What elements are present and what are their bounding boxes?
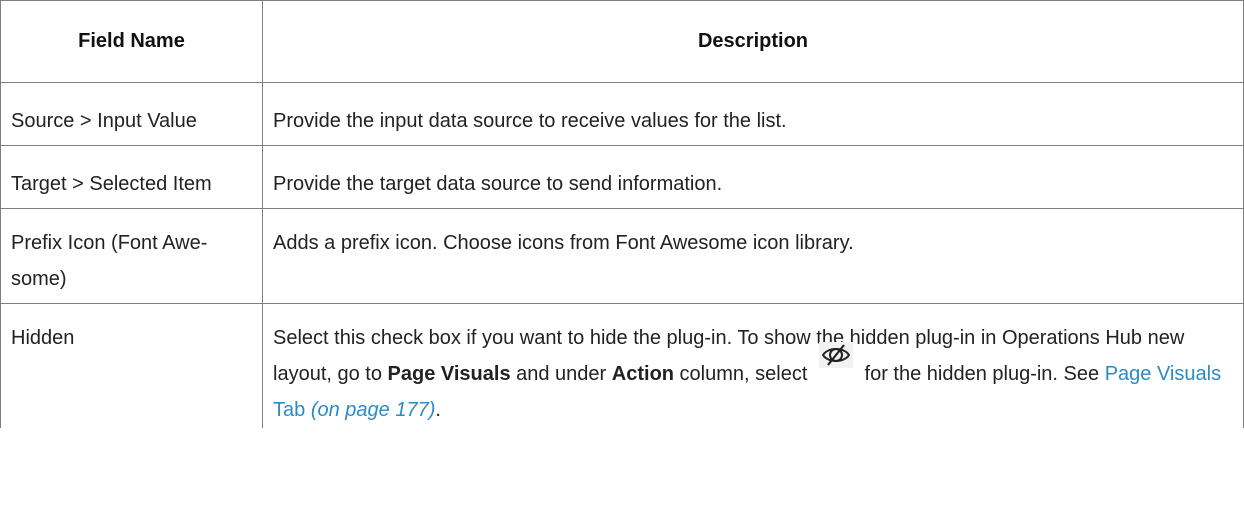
description-text-5: . [435, 399, 441, 421]
table-row: Target > Selected Item Provide the targe… [0, 145, 1244, 209]
field-description-table: Field Name Description Source > Input Va… [0, 0, 1244, 428]
field-cell: Hidden [0, 303, 263, 428]
description-text-4: for the hidden plug-in. See [858, 363, 1105, 385]
description-cell: Adds a prefix icon. Choose icons from Fo… [262, 208, 1244, 304]
header-description: Description [262, 0, 1244, 83]
description-text-2: and under [510, 363, 612, 385]
header-field-name: Field Name [0, 0, 263, 83]
page-reference-link[interactable]: (on page 177) [311, 399, 436, 421]
description-cell: Provide the target data source to send i… [262, 145, 1244, 209]
field-cell: Prefix Icon (Font Awe-some) [0, 208, 263, 304]
eye-slash-icon [818, 342, 853, 368]
action-label: Action [611, 363, 674, 385]
field-cell: Target > Selected Item [0, 145, 263, 209]
table-header-row: Field Name Description [0, 0, 1244, 83]
table-row: Prefix Icon (Font Awe-some) Adds a prefi… [0, 208, 1244, 304]
field-cell-line2: some) [11, 268, 67, 290]
description-cell: Provide the input data source to receive… [262, 82, 1244, 146]
description-cell: Select this check box if you want to hid… [262, 303, 1244, 428]
page-visuals-label: Page Visuals [387, 363, 511, 385]
table-row: Hidden Select this check box if you want… [0, 303, 1244, 428]
table-row: Source > Input Value Provide the input d… [0, 82, 1244, 146]
description-text-3: column, select [674, 363, 813, 385]
field-cell-line1: Prefix Icon (Font Awe- [11, 232, 208, 254]
field-cell: Source > Input Value [0, 82, 263, 146]
